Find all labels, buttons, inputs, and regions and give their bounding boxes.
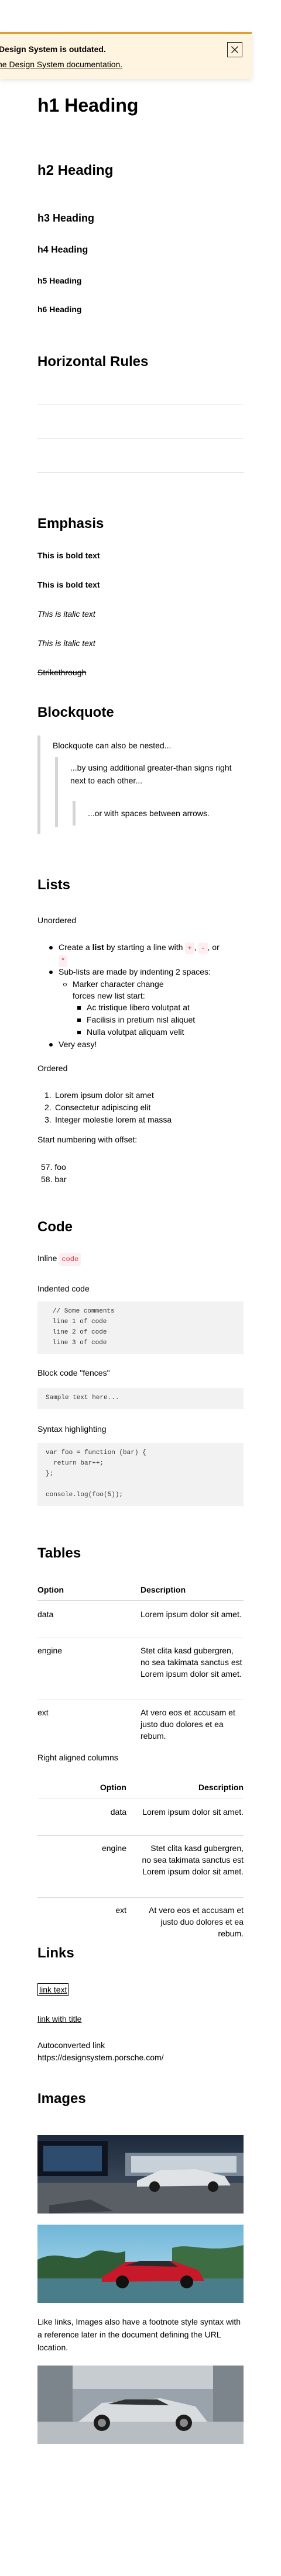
horizontal-rule bbox=[37, 472, 244, 473]
section-lists: Lists bbox=[37, 877, 71, 893]
h5-heading: h5 Heading bbox=[37, 276, 82, 285]
autoconverted-link[interactable]: https://designsystem.porsche.com/ bbox=[37, 2051, 164, 2064]
banner-link[interactable]: he Design System documentation. bbox=[0, 60, 122, 69]
section-emphasis: Emphasis bbox=[37, 516, 104, 531]
list-label: Ordered bbox=[37, 1063, 68, 1073]
table-cell: At vero eos et accusam et justo duo dolo… bbox=[140, 1708, 235, 1741]
table-cell: data bbox=[37, 1610, 54, 1619]
bullet bbox=[77, 1006, 81, 1010]
inline-code: code bbox=[59, 1253, 81, 1266]
table-cell: data bbox=[110, 1807, 126, 1817]
table-cell: ext bbox=[115, 1905, 126, 1915]
blockquote-text: ...by using additional greater-than sign… bbox=[70, 763, 232, 785]
table-cell: Lorem ipsum dolor sit amet. bbox=[142, 1807, 244, 1817]
table-header-option: Option bbox=[37, 1585, 64, 1594]
table-cell: At vero eos et accusam et justo duo dolo… bbox=[149, 1905, 244, 1938]
list-item: Facilisis in pretium nisl aliquet bbox=[87, 1015, 196, 1024]
table-cell: engine bbox=[101, 1843, 126, 1853]
section-horizontal-rules: Horizontal Rules bbox=[37, 354, 149, 370]
list-label: Unordered bbox=[37, 916, 77, 925]
image-car-parked bbox=[37, 2135, 244, 2214]
list-item: Create a list by starting a line with +,… bbox=[59, 941, 244, 967]
list-item: Lorem ipsum dolor sit amet bbox=[55, 1090, 154, 1100]
inline-code-line: Inline code bbox=[37, 1252, 81, 1266]
link-text[interactable]: link text bbox=[37, 1983, 69, 1996]
syntax-highlight-block: var foo = function (bar) { return bar++;… bbox=[37, 1443, 244, 1506]
link-with-title[interactable]: link with title bbox=[37, 2012, 81, 2025]
section-code: Code bbox=[37, 1219, 73, 1235]
h1-heading: h1 Heading bbox=[37, 95, 139, 116]
section-tables: Tables bbox=[37, 1545, 81, 1561]
list-item: Sub-lists are made by indenting 2 spaces… bbox=[59, 967, 211, 976]
strikethrough-text: Strikethrough bbox=[37, 668, 87, 677]
italic-text: This is italic text bbox=[37, 638, 95, 648]
list-item: Consectetur adipiscing elit bbox=[55, 1103, 151, 1112]
bullet bbox=[63, 983, 67, 986]
code-label: Indented code bbox=[37, 1284, 90, 1293]
outdated-banner: Design System is outdated. he Design Sys… bbox=[0, 32, 252, 79]
list-item: Nulla volutpat aliquam velit bbox=[87, 1027, 184, 1037]
horizontal-rule bbox=[37, 438, 244, 439]
bullet bbox=[77, 1018, 81, 1022]
list-item: 58. bar bbox=[41, 1175, 67, 1184]
bold-text: This is bold text bbox=[37, 551, 100, 560]
indented-code-block: // Some comments line 1 of code line 2 o… bbox=[37, 1301, 244, 1354]
list-label: Start numbering with offset: bbox=[37, 1135, 138, 1144]
banner-title: Design System is outdated. bbox=[0, 44, 106, 54]
table-header-description: Description bbox=[198, 1783, 244, 1792]
close-icon[interactable] bbox=[227, 42, 242, 57]
autoconverted-label: Autoconverted link bbox=[37, 2040, 105, 2050]
list-number: 2. bbox=[44, 1103, 52, 1112]
image-car-silver bbox=[37, 2366, 244, 2444]
list-item: Marker character change forces new list … bbox=[73, 979, 164, 1000]
list-item: 57. foo bbox=[41, 1162, 66, 1172]
list-item: Very easy! bbox=[59, 1040, 97, 1049]
section-blockquote: Blockquote bbox=[37, 705, 114, 720]
code-label: Syntax highlighting bbox=[37, 1424, 107, 1434]
h6-heading: h6 Heading bbox=[37, 305, 82, 314]
bullet bbox=[77, 1031, 81, 1034]
h4-heading: h4 Heading bbox=[37, 245, 88, 255]
table-header-description: Description bbox=[140, 1585, 186, 1594]
code-label: Block code "fences" bbox=[37, 1368, 110, 1377]
list-number: 1. bbox=[44, 1090, 52, 1100]
blockquote-text: ...or with spaces between arrows. bbox=[88, 809, 210, 818]
italic-text: This is italic text bbox=[37, 609, 95, 619]
section-links: Links bbox=[37, 1945, 74, 1961]
section-images: Images bbox=[37, 2091, 86, 2107]
table-header-option: Option bbox=[100, 1783, 126, 1792]
table-cell: Stet clita kasd gubergren, no sea takima… bbox=[142, 1843, 244, 1876]
image-caption: Like links, Images also have a footnote … bbox=[37, 2317, 241, 2352]
list-item: Integer molestie lorem at massa bbox=[55, 1115, 172, 1124]
table-cell: ext bbox=[37, 1708, 49, 1717]
h3-heading: h3 Heading bbox=[37, 212, 95, 224]
image-car-red bbox=[37, 2225, 244, 2303]
bullet bbox=[49, 946, 53, 949]
list-number: 3. bbox=[44, 1115, 52, 1124]
table-cell: Stet clita kasd gubergren, no sea takima… bbox=[140, 1646, 242, 1679]
table-label: Right aligned columns bbox=[37, 1753, 118, 1762]
list-item: Ac tristique libero volutpat at bbox=[87, 1003, 190, 1012]
blockquote-text: Blockquote can also be nested... bbox=[53, 741, 172, 750]
bold-text: This is bold text bbox=[37, 580, 100, 589]
h2-heading: h2 Heading bbox=[37, 163, 114, 178]
bullet bbox=[49, 1043, 53, 1047]
fenced-code-block: Sample text here... bbox=[37, 1388, 244, 1409]
bullet bbox=[49, 971, 53, 974]
table-cell: engine bbox=[37, 1646, 63, 1655]
table-cell: Lorem ipsum dolor sit amet. bbox=[140, 1610, 242, 1619]
